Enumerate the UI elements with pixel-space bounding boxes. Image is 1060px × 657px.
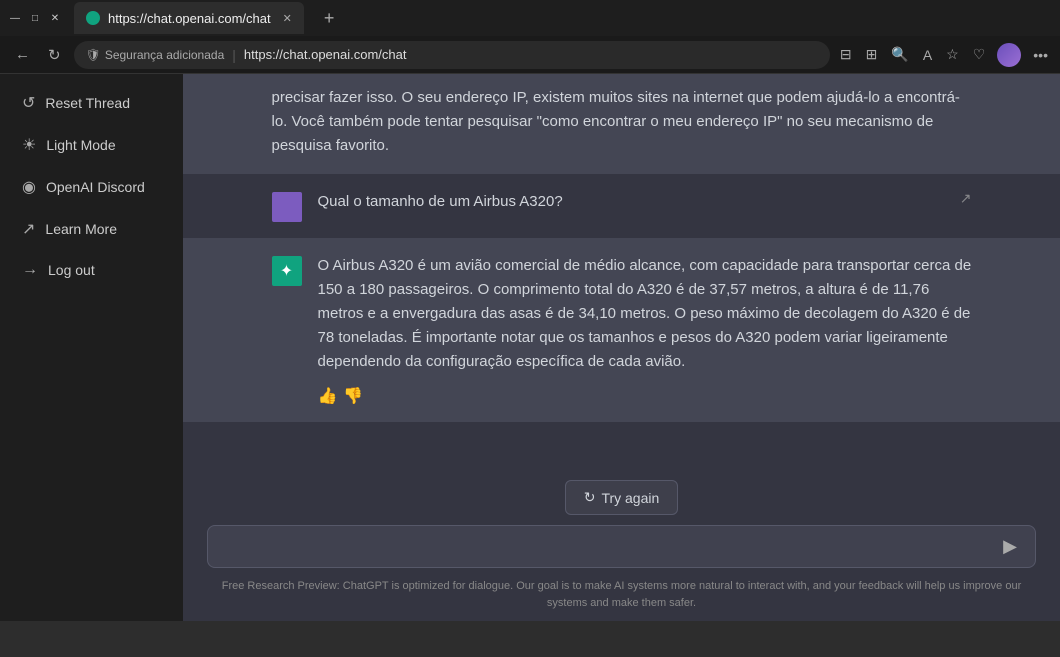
main-content: precisar fazer isso. O seu endereço IP, …	[183, 74, 1060, 621]
sidebar-item-learn-more[interactable]: ↗ Learn More	[6, 209, 177, 249]
partial-message-block: precisar fazer isso. O seu endereço IP, …	[183, 74, 1060, 174]
back-button[interactable]: ←	[10, 44, 35, 65]
user-message-text: Qual o tamanho de um Airbus A320?	[318, 190, 944, 214]
favorite-icon[interactable]: ☆	[944, 44, 961, 65]
refresh-small-icon: ↻	[584, 489, 596, 506]
chat-input-row: ▶	[207, 525, 1036, 568]
address-divider: |	[232, 47, 236, 63]
profile-icon[interactable]	[997, 43, 1021, 67]
logout-icon: →	[22, 261, 38, 279]
sidebar-label-learn: Learn More	[45, 221, 117, 237]
collection-icon[interactable]: ♡	[971, 44, 988, 65]
address-bar[interactable]: 🛡 Segurança adicionada | https://chat.op…	[74, 41, 830, 69]
openai-logo-icon: ✦	[280, 261, 293, 281]
try-again-label: Try again	[601, 490, 659, 506]
sidebar-label-logout: Log out	[48, 262, 95, 278]
more-options-icon[interactable]: •••	[1031, 45, 1050, 65]
maximize-button[interactable]: □	[28, 11, 42, 25]
new-tab-button[interactable]: +	[318, 8, 341, 29]
assistant-message-text: O Airbus A320 é um avião comercial de mé…	[318, 254, 972, 374]
message-actions: ↗	[960, 190, 972, 207]
thumbs-down-button[interactable]: 👎	[343, 386, 363, 406]
toolbar-icons: ⊟ ⊞ 🔍 A ☆ ♡ •••	[838, 43, 1050, 67]
input-area: ↻ Try again ▶ Free Research Preview: Cha…	[183, 470, 1060, 621]
thumbs-up-button[interactable]: 👍	[318, 386, 338, 406]
tab-close-button[interactable]: ✕	[283, 12, 292, 25]
tab-title: https://chat.openai.com/chat	[108, 11, 271, 26]
feedback-row: 👍 👎	[318, 386, 972, 406]
tab-favicon	[86, 11, 100, 25]
title-bar: — □ ✕ https://chat.openai.com/chat ✕ +	[0, 0, 1060, 36]
user-avatar	[272, 192, 302, 222]
external-link-icon: ↗	[22, 219, 35, 239]
sidebar-label-light: Light Mode	[46, 137, 115, 153]
assistant-avatar: ✦	[272, 256, 302, 286]
grid-icon[interactable]: ⊞	[864, 44, 880, 65]
user-message-block: Qual o tamanho de um Airbus A320? ↗	[183, 174, 1060, 238]
address-bar-row: ← ↻ 🛡 Segurança adicionada | https://cha…	[0, 36, 1060, 74]
reader-icon[interactable]: A	[921, 45, 934, 65]
sidebar-item-reset-thread[interactable]: ↺ Reset Thread	[6, 83, 177, 123]
share-icon[interactable]: ↗	[960, 190, 972, 207]
sidebar-item-log-out[interactable]: → Log out	[6, 251, 177, 289]
browser-chrome: — □ ✕ https://chat.openai.com/chat ✕ + ←…	[0, 0, 1060, 74]
partial-message-text: precisar fazer isso. O seu endereço IP, …	[272, 86, 972, 158]
footer-text: Free Research Preview: ChatGPT is optimi…	[207, 574, 1036, 617]
try-again-row: ↻ Try again	[207, 480, 1036, 515]
app-layout: ↺ Reset Thread ☀ Light Mode ◉ OpenAI Dis…	[0, 74, 1060, 621]
security-badge: 🛡 Segurança adicionada	[86, 48, 225, 62]
chat-input[interactable]	[222, 535, 999, 559]
assistant-message-block: ✦ O Airbus A320 é um avião comercial de …	[183, 238, 1060, 422]
search-icon[interactable]: 🔍	[889, 44, 910, 65]
window-controls: — □ ✕	[8, 11, 62, 25]
refresh-button[interactable]: ↻	[43, 44, 66, 66]
cast-icon[interactable]: ⊟	[838, 44, 854, 65]
security-label: Segurança adicionada	[105, 48, 224, 62]
sidebar: ↺ Reset Thread ☀ Light Mode ◉ OpenAI Dis…	[0, 74, 183, 621]
address-text: https://chat.openai.com/chat	[244, 47, 407, 62]
browser-tab[interactable]: https://chat.openai.com/chat ✕	[74, 2, 304, 34]
send-button[interactable]: ▶	[999, 534, 1021, 559]
sidebar-item-discord[interactable]: ◉ OpenAI Discord	[6, 167, 177, 207]
sidebar-label-discord: OpenAI Discord	[46, 179, 145, 195]
sidebar-item-light-mode[interactable]: ☀ Light Mode	[6, 125, 177, 165]
shield-icon: 🛡	[86, 48, 101, 62]
reset-icon: ↺	[22, 93, 35, 113]
try-again-button[interactable]: ↻ Try again	[565, 480, 679, 515]
sun-icon: ☀	[22, 135, 36, 155]
messages-area: precisar fazer isso. O seu endereço IP, …	[183, 74, 1060, 470]
minimize-button[interactable]: —	[8, 11, 22, 25]
discord-icon: ◉	[22, 177, 36, 197]
sidebar-label-reset: Reset Thread	[45, 95, 130, 111]
close-button[interactable]: ✕	[48, 11, 62, 25]
